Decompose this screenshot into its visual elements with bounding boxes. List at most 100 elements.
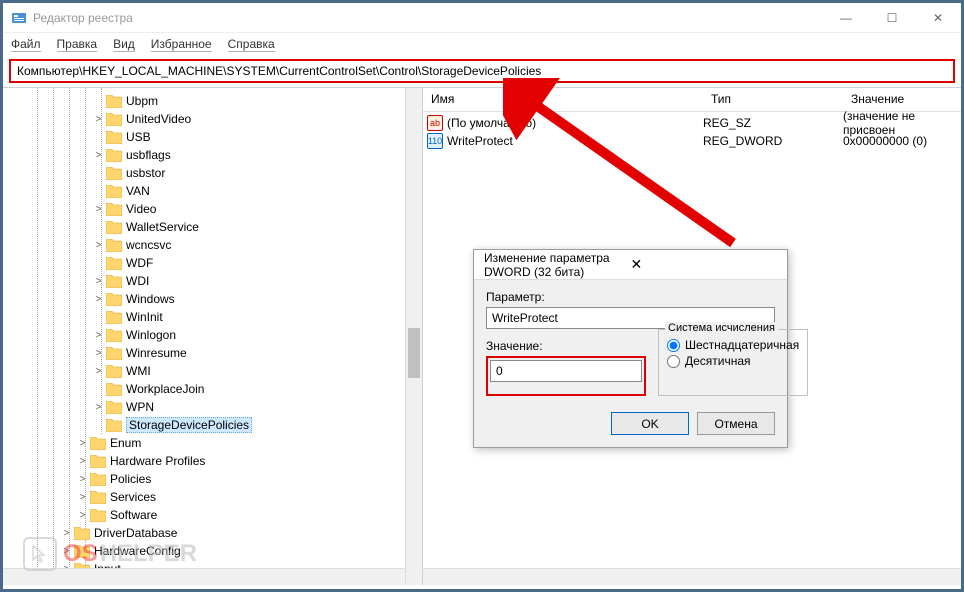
tree-item-label: Windows [126,292,175,306]
tree-item[interactable]: VAN [3,182,422,200]
col-value[interactable]: Значение [843,88,961,111]
tree-item[interactable]: > usbflags [3,146,422,164]
col-type[interactable]: Тип [703,88,843,111]
tree-item-label: Enum [110,436,141,450]
tree-item[interactable]: WDF [3,254,422,272]
folder-icon [106,275,122,288]
tree-scrollbar-v[interactable] [405,88,422,585]
menu-view[interactable]: Вид [113,37,135,52]
expander-icon[interactable]: > [77,510,88,521]
folder-icon [90,455,106,468]
expander-icon[interactable]: > [93,150,104,161]
expander-icon[interactable]: > [93,348,104,359]
tree-item[interactable]: > wcncsvc [3,236,422,254]
menu-favorites[interactable]: Избранное [151,37,212,52]
tree-item[interactable]: >Winlogon [3,326,422,344]
tree-item[interactable]: > Winresume [3,344,422,362]
expander-icon[interactable]: > [93,276,104,287]
watermark-os: OS [63,540,98,568]
tree-item-label: Software [110,508,157,522]
folder-icon [106,95,122,108]
tree-item[interactable]: >Services [3,488,422,506]
expander-icon[interactable]: > [93,204,104,215]
tree-item-label: UnitedVideo [126,112,191,126]
tree-item[interactable]: >Hardware Profiles [3,452,422,470]
radix-dec-radio[interactable] [667,355,680,368]
menu-edit[interactable]: Правка [57,37,98,52]
edit-dword-dialog: Изменение параметра DWORD (32 бита) ✕ Па… [473,249,788,448]
value-label: Значение: [486,339,646,353]
tree-item[interactable]: WalletService [3,218,422,236]
folder-icon [106,167,122,180]
folder-icon [90,437,106,450]
menu-help[interactable]: Справка [228,37,275,52]
window-title: Редактор реестра [33,11,823,25]
expander-icon[interactable]: > [93,366,104,377]
tree-item[interactable]: >Policies [3,470,422,488]
tree-item[interactable]: >WDI [3,272,422,290]
cell-name: WriteProtect [447,134,703,148]
folder-icon [106,383,122,396]
ok-button[interactable]: OK [611,412,689,435]
folder-icon [106,185,122,198]
expander-icon[interactable]: > [93,294,104,305]
tree-item[interactable]: usbstor [3,164,422,182]
folder-icon [106,239,122,252]
dword-value-icon: 110 [427,133,443,149]
expander-icon[interactable]: > [93,114,104,125]
folder-icon [106,131,122,144]
menu-file[interactable]: Файл [11,37,41,52]
expander-icon[interactable]: > [77,492,88,503]
tree-item-label: WinInit [126,310,163,324]
expander-icon[interactable]: > [77,456,88,467]
minimize-button[interactable]: — [823,3,869,33]
expander-icon[interactable]: > [93,330,104,341]
folder-icon [106,257,122,270]
tree-item[interactable]: StorageDevicePolicies [3,416,422,434]
expander-icon[interactable]: > [77,474,88,485]
radix-dec-label: Десятичная [685,354,751,368]
tree-item[interactable]: WorkplaceJoin [3,380,422,398]
close-button[interactable]: ✕ [915,3,961,33]
tree-item[interactable]: > Windows [3,290,422,308]
value-input[interactable] [490,360,642,382]
cell-type: REG_DWORD [703,134,843,148]
cell-type: REG_SZ [703,116,843,130]
list-row[interactable]: 110WriteProtectREG_DWORD0x00000000 (0) [423,132,961,150]
tree-item[interactable]: USB [3,128,422,146]
tree-item[interactable]: >WPN [3,398,422,416]
maximize-button[interactable]: ☐ [869,3,915,33]
tree-item[interactable]: Ubpm [3,92,422,110]
tree-item-label: Winresume [126,346,187,360]
expander-icon[interactable]: > [93,402,104,413]
tree-item-label: usbstor [126,166,165,180]
tree-item[interactable]: > UnitedVideo [3,110,422,128]
tree-item[interactable]: > Enum [3,434,422,452]
radix-group: Система исчисления Шестнадцатеричная Дес… [658,329,808,396]
watermark-helper: HELPER [100,540,197,568]
tree-item[interactable]: >Video [3,200,422,218]
dialog-close-button[interactable]: ✕ [631,256,778,273]
expander-icon[interactable]: > [77,438,88,449]
cursor-icon [23,537,57,571]
radix-hex-radio[interactable] [667,339,680,352]
tree-item[interactable]: > Software [3,506,422,524]
tree-item-label: usbflags [126,148,171,162]
tree-item-label: WalletService [126,220,199,234]
col-name[interactable]: Имя [423,88,703,111]
tree-item[interactable]: WinInit [3,308,422,326]
folder-icon [90,491,106,504]
tree-item-label: StorageDevicePolicies [126,417,252,433]
list-scrollbar-h[interactable] [423,568,961,585]
folder-icon [106,113,122,126]
titlebar: Редактор реестра — ☐ ✕ [3,3,961,33]
tree-item-label: VAN [126,184,150,198]
cell-value: (значение не присвоен [843,109,961,137]
cancel-button[interactable]: Отмена [697,412,775,435]
list-row[interactable]: ab(По умолчанию)REG_SZ(значение не присв… [423,114,961,132]
tree-item-label: wcncsvc [126,238,171,252]
expander-icon[interactable]: > [93,240,104,251]
tree-item[interactable]: >WMI [3,362,422,380]
address-bar[interactable]: Компьютер\HKEY_LOCAL_MACHINE\SYSTEM\Curr… [9,59,955,83]
regedit-icon [11,10,27,26]
